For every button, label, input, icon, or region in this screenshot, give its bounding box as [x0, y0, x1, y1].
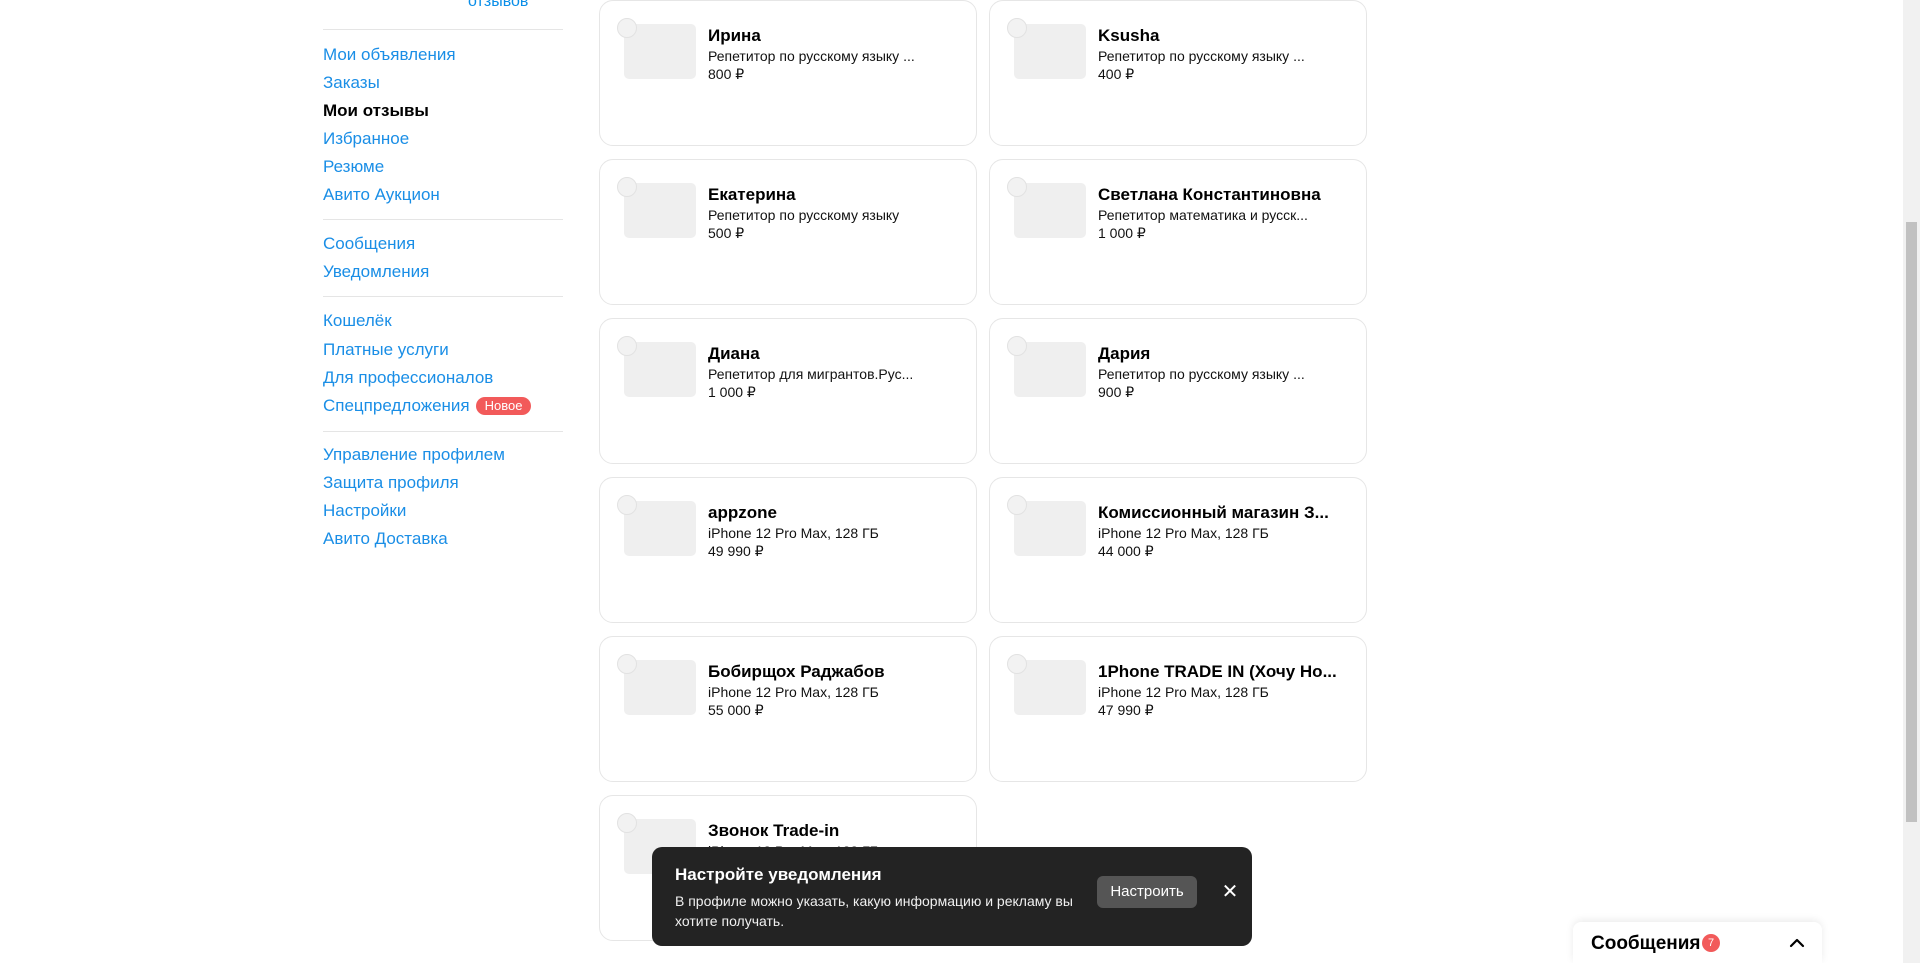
sidebar-item-auction[interactable]: Авито Аукцион [323, 184, 440, 206]
messages-label: Сообщения [1591, 933, 1701, 954]
review-card[interactable]: appzone iPhone 12 Pro Max, 128 ГБ 49 990… [599, 477, 977, 623]
sidebar-item-messages[interactable]: Сообщения [323, 233, 415, 255]
sidebar-item-special-offers[interactable]: Спецпредложения Новое [323, 395, 532, 417]
chevron-up-icon[interactable] [1787, 933, 1807, 953]
listing-title: Репетитор математика и русск... [1098, 207, 1308, 223]
close-icon[interactable]: ✕ [1218, 880, 1242, 904]
sidebar-item-profile-management[interactable]: Управление профилем [323, 444, 505, 466]
select-radio[interactable] [1007, 654, 1027, 674]
sidebar-divider [323, 29, 563, 30]
sidebar-divider [323, 296, 563, 297]
listing-title: Репетитор по русскому языку ... [1098, 366, 1305, 382]
seller-name: Комиссионный магазин З... [1098, 503, 1329, 522]
toast-text: В профиле можно указать, какую информаци… [675, 893, 1073, 929]
listing-price: 47 990 ₽ [1098, 702, 1154, 718]
review-card[interactable]: Ирина Репетитор по русскому языку ... 80… [599, 0, 977, 146]
notification-toast: Настройте уведомления В профиле можно ук… [652, 847, 1252, 946]
toast-title: Настройте уведомления [675, 865, 882, 884]
sidebar-item-delivery[interactable]: Авито Доставка [323, 528, 448, 550]
listing-title: iPhone 12 Pro Max, 128 ГБ [1098, 684, 1269, 700]
sidebar-item-wallet[interactable]: Кошелёк [323, 310, 392, 332]
listing-price: 44 000 ₽ [1098, 543, 1154, 559]
sidebar-top-fragment: отзывов [323, 0, 563, 20]
listing-title: iPhone 12 Pro Max, 128 ГБ [708, 525, 879, 541]
select-radio[interactable] [1007, 495, 1027, 515]
select-radio[interactable] [1007, 18, 1027, 38]
review-card[interactable]: Бобирщох Раджабов iPhone 12 Pro Max, 128… [599, 636, 977, 782]
seller-name: Ksusha [1098, 26, 1160, 45]
select-radio[interactable] [617, 654, 637, 674]
review-card[interactable]: 1Phone TRADE IN (Хочу Но... iPhone 12 Pr… [989, 636, 1367, 782]
seller-name: Екатерина [708, 185, 796, 204]
sidebar-item-paid-services[interactable]: Платные услуги [323, 339, 449, 361]
reviews-count-link[interactable]: отзывов [468, 0, 528, 14]
listing-price: 900 ₽ [1098, 384, 1135, 400]
seller-name: Светлана Константиновна [1098, 185, 1321, 204]
seller-name: Дария [1098, 344, 1151, 363]
select-radio[interactable] [617, 177, 637, 197]
listing-price: 400 ₽ [1098, 66, 1135, 82]
listing-price: 55 000 ₽ [708, 702, 764, 718]
sidebar-item-settings[interactable]: Настройки [323, 500, 406, 522]
sidebar-item-notifications[interactable]: Уведомления [323, 261, 429, 283]
review-card[interactable]: Дария Репетитор по русскому языку ... 90… [989, 318, 1367, 464]
messages-widget[interactable]: Сообщения 7 [1573, 922, 1822, 963]
sidebar-item-label: Спецпредложения [323, 396, 470, 415]
select-radio[interactable] [617, 813, 637, 833]
new-badge: Новое [475, 397, 532, 415]
select-radio[interactable] [617, 495, 637, 515]
sidebar-item-profile-protection[interactable]: Защита профиля [323, 472, 459, 494]
sidebar-divider [323, 219, 563, 220]
configure-notifications-button[interactable]: Настроить [1097, 876, 1197, 908]
select-radio[interactable] [617, 18, 637, 38]
select-radio[interactable] [617, 336, 637, 356]
listing-title: Репетитор по русскому языку [708, 207, 900, 223]
listing-title: Репетитор по русскому языку ... [708, 48, 915, 64]
listing-title: Репетитор по русскому языку ... [1098, 48, 1305, 64]
select-radio[interactable] [1007, 336, 1027, 356]
messages-count-badge: 7 [1702, 934, 1720, 952]
listing-price: 800 ₽ [708, 66, 745, 82]
seller-name: 1Phone TRADE IN (Хочу Но... [1098, 662, 1337, 681]
review-card[interactable]: Светлана Константиновна Репетитор матема… [989, 159, 1367, 305]
review-card[interactable]: Диана Репетитор для мигрантов.Рус... 1 0… [599, 318, 977, 464]
review-card[interactable]: Екатерина Репетитор по русскому языку 50… [599, 159, 977, 305]
review-card[interactable]: Комиссионный магазин З... iPhone 12 Pro … [989, 477, 1367, 623]
sidebar-item-my-reviews[interactable]: Мои отзывы [323, 100, 429, 122]
scrollbar-thumb[interactable] [1906, 222, 1917, 822]
seller-name: appzone [708, 503, 777, 522]
seller-name: Звонок Trade-in [708, 821, 840, 840]
sidebar-item-resume[interactable]: Резюме [323, 156, 384, 178]
sidebar-item-favorites[interactable]: Избранное [323, 128, 409, 150]
listing-price: 500 ₽ [708, 225, 745, 241]
seller-name: Диана [708, 344, 760, 363]
listing-title: iPhone 12 Pro Max, 128 ГБ [708, 684, 879, 700]
review-card[interactable]: Ksusha Репетитор по русскому языку ... 4… [989, 0, 1367, 146]
seller-name: Ирина [708, 26, 761, 45]
seller-name: Бобирщох Раджабов [708, 662, 885, 681]
listing-price: 1 000 ₽ [1098, 225, 1146, 241]
sidebar-item-for-professionals[interactable]: Для профессионалов [323, 367, 493, 389]
listing-price: 49 990 ₽ [708, 543, 764, 559]
sidebar-divider [323, 431, 563, 432]
select-radio[interactable] [1007, 177, 1027, 197]
listing-title: Репетитор для мигрантов.Рус... [708, 366, 914, 382]
listing-price: 1 000 ₽ [708, 384, 756, 400]
sidebar-item-my-ads[interactable]: Мои объявления [323, 44, 456, 66]
page-scrollbar[interactable] [1903, 0, 1920, 963]
sidebar-item-orders[interactable]: Заказы [323, 72, 380, 94]
listing-title: iPhone 12 Pro Max, 128 ГБ [1098, 525, 1269, 541]
